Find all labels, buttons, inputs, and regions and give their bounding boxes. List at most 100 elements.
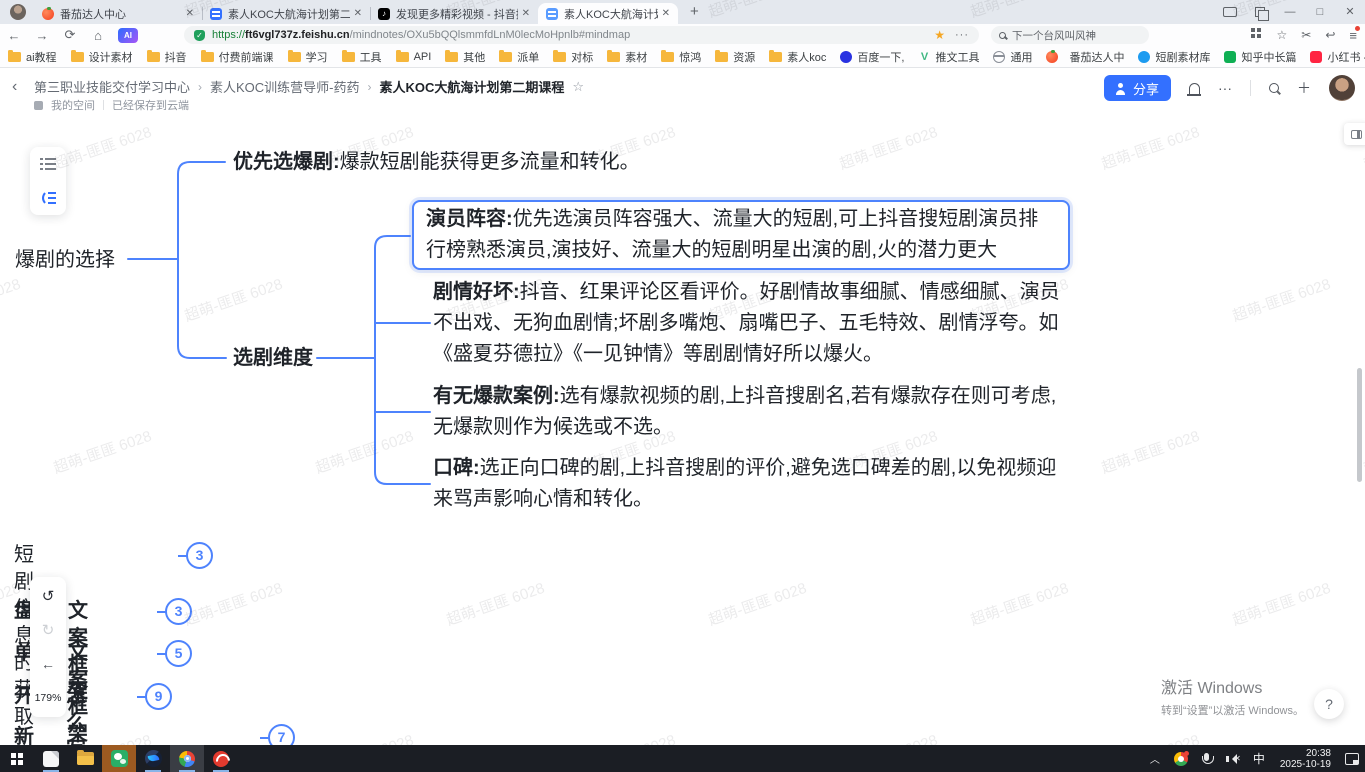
tray-browser-icon[interactable]: [1168, 745, 1194, 772]
bookmark-folder[interactable]: 派单: [499, 49, 539, 65]
favorite-star-icon[interactable]: ☆: [572, 79, 584, 95]
share-button[interactable]: 分享: [1104, 75, 1171, 101]
notification-center-button[interactable]: [1339, 745, 1365, 772]
minimize-button[interactable]: —: [1275, 0, 1305, 24]
overlap-windows-icon[interactable]: [1245, 7, 1275, 17]
back-chevron-icon[interactable]: ‹: [12, 78, 17, 96]
undo-icon[interactable]: ↺: [30, 579, 66, 613]
taskbar-red-browser[interactable]: [204, 745, 238, 772]
security-shield-icon[interactable]: ✓: [194, 30, 205, 41]
quick-search-box[interactable]: 下一个台风叫风神: [991, 26, 1149, 44]
bookmark-folder[interactable]: 惊鸿: [661, 49, 701, 65]
home-icon[interactable]: ⌂: [84, 28, 112, 43]
more-icon[interactable]: ···: [1218, 80, 1232, 96]
new-tab-button[interactable]: +: [690, 3, 699, 20]
mindmap-node-reputation[interactable]: 口碑:选正向口碑的剧,上抖音搜剧的评价,避免选口碑差的剧,以免视频迎来骂声影响心…: [433, 453, 1063, 515]
mindmap-node-plot[interactable]: 剧情好坏:抖音、红果评论区看评价。好剧情故事细腻、情感细腻、演员不出戏、无狗血剧…: [433, 277, 1063, 370]
globe-icon: [993, 51, 1005, 63]
plus-icon[interactable]: ＋: [1297, 78, 1311, 98]
tab-close-icon[interactable]: ✕: [354, 8, 362, 19]
bookmark-link[interactable]: 知乎中长篇: [1224, 49, 1296, 65]
mindmap-node-hit-cases[interactable]: 有无爆款案例:选有爆款视频的剧,上抖音搜剧名,若有爆款存在则可考虑,无爆款则作为…: [433, 381, 1063, 443]
address-bar[interactable]: ✓ https:// ft6vgl737z.feishu.cn /mindnot…: [184, 26, 979, 44]
bookmark-folder[interactable]: 其他: [445, 49, 485, 65]
collapsed-count-badge[interactable]: 3: [165, 598, 192, 625]
breadcrumb-separator: ›: [198, 80, 202, 94]
bookmark-folder[interactable]: 设计素材: [71, 49, 133, 65]
collapsed-count-badge[interactable]: 9: [145, 683, 172, 710]
tray-ime[interactable]: 中: [1246, 745, 1272, 772]
vertical-scrollbar[interactable]: [1357, 368, 1362, 482]
bookmark-link[interactable]: 通用: [993, 49, 1032, 65]
breadcrumb-item[interactable]: 第三职业技能交付学习中心: [34, 77, 190, 96]
tab-close-icon[interactable]: ✕: [186, 8, 194, 19]
tray-expand-button[interactable]: ︿: [1142, 745, 1168, 772]
mindmap-root-node[interactable]: 爆剧的选择: [15, 245, 115, 276]
zoom-level[interactable]: 179%: [30, 681, 66, 715]
mindmap-node-first-choice[interactable]: 优先选爆剧:爆款短剧能获得更多流量和转化。: [233, 147, 640, 178]
tab-feishu-2-active[interactable]: 素人KOC大航海计划第二期课 ✕: [538, 3, 678, 24]
restore-tab-icon[interactable]: ↩: [1325, 28, 1335, 42]
bookmark-link[interactable]: 小红书 - 创: [1310, 49, 1365, 65]
tab-fanqie[interactable]: 番茄达人中心 ✕: [34, 3, 202, 24]
taskbar-notes-app[interactable]: [34, 745, 68, 772]
tab-douyin[interactable]: ♪ 发现更多精彩视频 - 抖音搜索 ✕: [370, 3, 538, 24]
breadcrumb-separator: ›: [368, 80, 372, 94]
taskbar-wechat[interactable]: [102, 745, 136, 772]
user-avatar[interactable]: [1329, 75, 1355, 101]
outline-view-button[interactable]: [30, 147, 66, 181]
sidebar-toggle-button[interactable]: [1344, 123, 1365, 145]
browser-profile-avatar[interactable]: [10, 4, 26, 20]
back-to-root-icon[interactable]: ←: [30, 647, 66, 681]
help-button[interactable]: ?: [1314, 689, 1344, 719]
bookmark-folder[interactable]: 学习: [288, 49, 328, 65]
bookmark-link[interactable]: 短剧素材库: [1138, 49, 1210, 65]
add-bookmark-icon[interactable]: ☆: [1277, 28, 1288, 42]
collapsed-count-badge[interactable]: 3: [186, 542, 213, 569]
menu-icon[interactable]: ≡: [1349, 28, 1357, 43]
space-label[interactable]: 我的空间: [51, 97, 95, 113]
bookmark-folder[interactable]: 素材: [607, 49, 647, 65]
tray-microphone[interactable]: [1194, 745, 1220, 772]
mindmap-canvas[interactable]: 爆剧的选择 优先选爆剧:爆款短剧能获得更多流量和转化。 选剧维度 演员阵容:优先…: [0, 112, 1365, 745]
mindmap-view-button[interactable]: [30, 181, 66, 215]
start-button[interactable]: [0, 745, 34, 772]
bell-icon[interactable]: [1189, 83, 1200, 94]
tab-feishu-1[interactable]: 素人KOC大航海计划第二期课 ✕: [202, 3, 370, 24]
mindmap-node-dimension[interactable]: 选剧维度: [233, 343, 313, 374]
bookmark-folder[interactable]: 对标: [553, 49, 593, 65]
back-icon[interactable]: ←: [0, 28, 28, 43]
taskbar-browser[interactable]: [170, 745, 204, 772]
collapsed-count-badge[interactable]: 5: [165, 640, 192, 667]
bookmark-link[interactable]: 百度一下,: [840, 49, 904, 65]
tab-close-icon[interactable]: ✕: [662, 8, 670, 19]
address-more-icon[interactable]: ···: [955, 29, 969, 41]
taskbar-feishu[interactable]: [136, 745, 170, 772]
bookmark-folder[interactable]: 付费前端课: [201, 49, 274, 65]
bookmark-star-icon[interactable]: ★: [934, 28, 945, 42]
redo-icon[interactable]: ↻: [30, 613, 66, 647]
apps-grid-icon[interactable]: [1251, 28, 1255, 32]
keyboard-icon[interactable]: [1215, 7, 1245, 17]
reload-icon[interactable]: ⟳: [56, 27, 84, 43]
ai-assistant-icon[interactable]: AI: [118, 28, 138, 43]
breadcrumb-item[interactable]: 素人KOC训练营导师-药药: [210, 77, 360, 96]
bookmark-folder[interactable]: 资源: [715, 49, 755, 65]
bookmark-folder[interactable]: 抖音: [147, 49, 187, 65]
close-button[interactable]: ✕: [1335, 0, 1365, 24]
scissors-icon[interactable]: ✂: [1301, 28, 1311, 42]
mindmap-node-cast-selected[interactable]: 演员阵容:优先选演员阵容强大、流量大的短剧,可上抖音搜短剧演员排行榜熟悉演员,演…: [412, 200, 1070, 270]
taskbar-explorer[interactable]: [68, 745, 102, 772]
bookmark-folder[interactable]: API: [396, 51, 432, 63]
bookmark-folder[interactable]: 工具: [342, 49, 382, 65]
taskbar-clock[interactable]: 20:38 2025-10-19: [1272, 748, 1339, 770]
bookmark-folder[interactable]: ai教程: [8, 49, 57, 65]
bookmark-folder[interactable]: 素人koc: [769, 49, 826, 65]
tab-close-icon[interactable]: ✕: [522, 8, 530, 19]
bookmark-link[interactable]: 番茄达人中: [1046, 49, 1124, 65]
tray-volume[interactable]: ✕: [1220, 745, 1246, 772]
forward-icon[interactable]: →: [28, 28, 56, 43]
maximize-button[interactable]: □: [1305, 0, 1335, 24]
search-icon[interactable]: [1269, 83, 1279, 93]
bookmark-link[interactable]: V推文工具: [918, 49, 979, 65]
